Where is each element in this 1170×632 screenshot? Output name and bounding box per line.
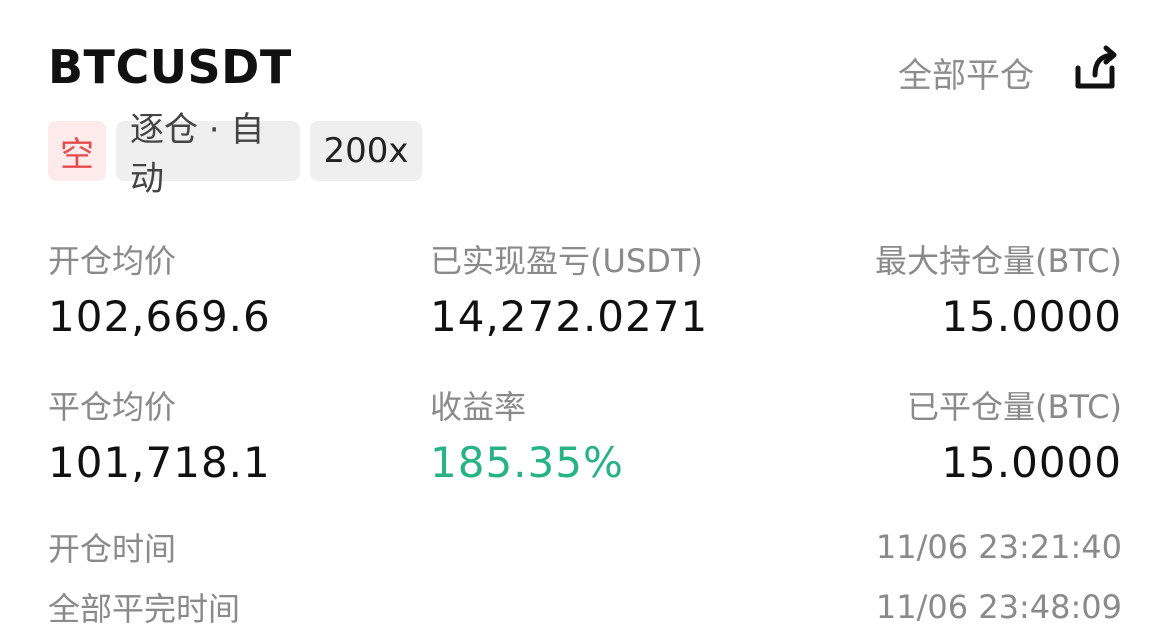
leverage-badge: 200x — [310, 121, 422, 181]
closed-amount-value: 15.0000 — [941, 438, 1122, 487]
max-position-value: 15.0000 — [941, 292, 1122, 341]
close-time-row: 全部平完时间 11/06 23:48:09 — [48, 584, 1122, 630]
return-rate-label: 收益率 — [430, 388, 527, 426]
return-rate-cell: 收益率 185.35% — [430, 382, 624, 487]
closed-amount-label: 已平仓量(BTC) — [907, 388, 1122, 426]
realized-pnl-value: 14,272.0271 — [430, 292, 709, 341]
open-price-value: 102,669.6 — [48, 292, 271, 341]
direction-badge: 空 — [48, 121, 106, 181]
open-price-label: 开仓均价 — [48, 242, 177, 280]
close-time-value: 11/06 23:48:09 — [875, 588, 1122, 626]
open-time-row: 开仓时间 11/06 23:21:40 — [48, 524, 1122, 570]
open-time-value: 11/06 23:21:40 — [875, 528, 1122, 566]
close-time-label: 全部平完时间 — [48, 590, 241, 628]
position-tags: 空 逐仓 · 自动 200x — [48, 110, 422, 199]
close-price-value: 101,718.1 — [48, 438, 271, 487]
return-rate-value: 185.35% — [430, 438, 624, 487]
position-history-card: BTCUSDT 全部平仓 空 逐仓 · 自动 200x 开仓均价 102,669… — [0, 0, 1170, 632]
realized-pnl-label: 已实现盈亏(USDT) — [430, 242, 703, 280]
max-position-cell: 最大持仓量(BTC) 15.0000 — [875, 236, 1122, 341]
closed-amount-cell: 已平仓量(BTC) 15.0000 — [907, 382, 1122, 487]
realized-pnl-cell: 已实现盈亏(USDT) 14,272.0271 — [430, 236, 708, 341]
close-all-button[interactable]: 全部平仓 — [898, 48, 1034, 97]
close-price-label: 平仓均价 — [48, 388, 177, 426]
close-price-cell: 平仓均价 101,718.1 — [48, 382, 271, 487]
margin-mode-badge: 逐仓 · 自动 — [116, 110, 300, 199]
symbol-title: BTCUSDT — [48, 40, 292, 94]
open-price-cell: 开仓均价 102,669.6 — [48, 236, 271, 341]
share-icon[interactable] — [1068, 42, 1122, 96]
open-time-label: 开仓时间 — [48, 530, 177, 568]
max-position-label: 最大持仓量(BTC) — [875, 242, 1122, 280]
